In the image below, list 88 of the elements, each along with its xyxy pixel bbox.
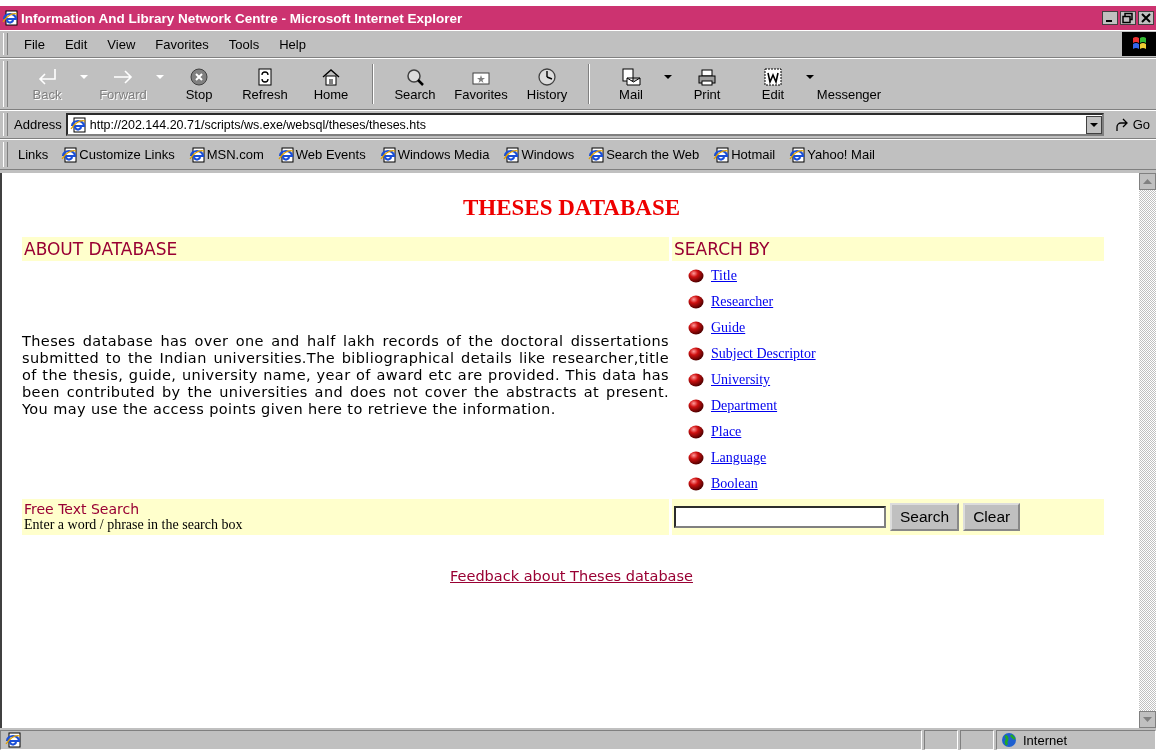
search-option-link[interactable]: Place (708, 424, 742, 440)
browser-logo-icon (2, 10, 18, 26)
bullet-icon (688, 321, 704, 335)
page-icon (5, 732, 21, 748)
bullet-icon (688, 451, 704, 465)
quick-link[interactable]: Web Events (272, 146, 371, 163)
search-option-link[interactable]: Boolean (708, 476, 758, 492)
envelope-icon (620, 66, 642, 87)
form-button[interactable]: Clear (963, 503, 1021, 531)
search-option-link[interactable]: Title (708, 268, 737, 284)
dropdown-arrow-button[interactable] (1085, 115, 1102, 134)
toolbar-button[interactable]: Messenger (816, 64, 882, 104)
bullet-icon (688, 269, 704, 283)
menu-item[interactable]: Help (269, 36, 316, 52)
globe-icon (1001, 732, 1017, 748)
dropdown-caret-icon[interactable] (806, 74, 814, 80)
search-option-link[interactable]: Department (708, 398, 778, 414)
status-pane (960, 730, 994, 750)
page-icon (713, 146, 730, 163)
free-text-label: Free Text Search (24, 501, 140, 517)
toolbar-button[interactable]: Mail (598, 64, 664, 104)
menu-item[interactable]: View (97, 36, 146, 52)
search-option-link[interactable]: University (708, 372, 771, 388)
toolbar-button[interactable]: Edit (740, 64, 806, 104)
stop-icon (188, 66, 210, 87)
feedback-link[interactable]: Feedback about Theses database (450, 568, 693, 584)
menu-item[interactable]: Tools (218, 36, 270, 52)
toolbar-button[interactable]: History (514, 64, 580, 104)
home-icon (320, 66, 342, 87)
minimize-button[interactable] (1102, 11, 1118, 25)
page-icon (277, 146, 294, 163)
search-option-link[interactable]: Language (708, 450, 767, 466)
form-button[interactable]: Search (890, 503, 960, 531)
quick-link[interactable]: Customize Links (56, 146, 180, 163)
menu-item[interactable]: Edit (54, 36, 98, 52)
quick-link[interactable]: Yahoo! Mail (784, 146, 880, 163)
toolbar-button[interactable]: Refresh (232, 64, 298, 104)
close-button[interactable] (1138, 11, 1154, 25)
back-arrow-icon (36, 66, 58, 87)
address-label: Address (14, 117, 63, 132)
go-button[interactable]: Go (1103, 117, 1156, 132)
quick-link[interactable]: Windows Media (374, 146, 495, 163)
bullet-icon (688, 347, 704, 361)
search-option-link[interactable]: Researcher (708, 294, 774, 310)
document-w-icon (762, 66, 784, 87)
quick-link[interactable]: MSN.com (183, 146, 269, 163)
toolbar-button[interactable]: Home (298, 64, 364, 104)
status-pane (924, 730, 958, 750)
page-icon (789, 146, 806, 163)
page-icon (379, 146, 396, 163)
dropdown-caret-icon[interactable] (664, 74, 672, 80)
window-title: Information And Library Network Centre - Microsoft Internet Explorer (21, 10, 464, 26)
zone-label: Internet (1023, 732, 1068, 748)
search-input[interactable] (674, 506, 886, 528)
bullet-icon (688, 425, 704, 439)
bullet-icon (688, 373, 704, 387)
toolbar-button[interactable]: Stop (166, 64, 232, 104)
menu-item[interactable]: File (14, 36, 55, 52)
section-heading: SEARCH BY (674, 239, 770, 259)
printer-icon (696, 66, 718, 87)
toolbar-button[interactable]: Search (382, 64, 448, 104)
description-text: Theses database has over one and half lakh records of the doctoral dissertations submitted to the Indian universities.The bibliographical details like researcher,title of the thesis, guide, university name, year of award etc are provided. This data has been contributed by the universities and does not cover the abstracts at present. You may use the access points given here to retrieve the information. (22, 332, 669, 418)
page-icon (588, 146, 605, 163)
restore-button[interactable] (1120, 11, 1136, 25)
page-icon (69, 116, 86, 133)
go-arrow-icon (1113, 117, 1130, 132)
hint-text: Enter a word / phrase in the search box (24, 517, 243, 533)
address-field[interactable]: http://202.144.20.71/scripts/ws.exe/websql/theses/theses.hts (65, 113, 1104, 136)
links-label: Links (18, 147, 50, 162)
toolbar-button[interactable]: Favorites (448, 64, 514, 104)
bullet-icon (688, 399, 704, 413)
search-icon (404, 66, 426, 87)
page-icon (503, 146, 520, 163)
toolbar-button[interactable]: Print (674, 64, 740, 104)
clock-icon (536, 66, 558, 87)
page-heading: THESES DATABASE (461, 195, 682, 221)
search-option-link[interactable]: Guide (708, 320, 746, 336)
windows-logo-icon (1122, 32, 1156, 56)
quick-link[interactable]: Windows (498, 146, 580, 163)
section-heading: ABOUT DATABASE (24, 239, 178, 259)
page-icon (188, 146, 205, 163)
quick-link[interactable]: Search the Web (583, 146, 705, 163)
search-option-link[interactable]: Subject Descriptor (708, 346, 816, 362)
quick-link[interactable]: Hotmail (708, 146, 781, 163)
bullet-icon (688, 477, 704, 491)
menu-item[interactable]: Favorites (145, 36, 219, 52)
bullet-icon (688, 295, 704, 309)
page-icon (61, 146, 78, 163)
